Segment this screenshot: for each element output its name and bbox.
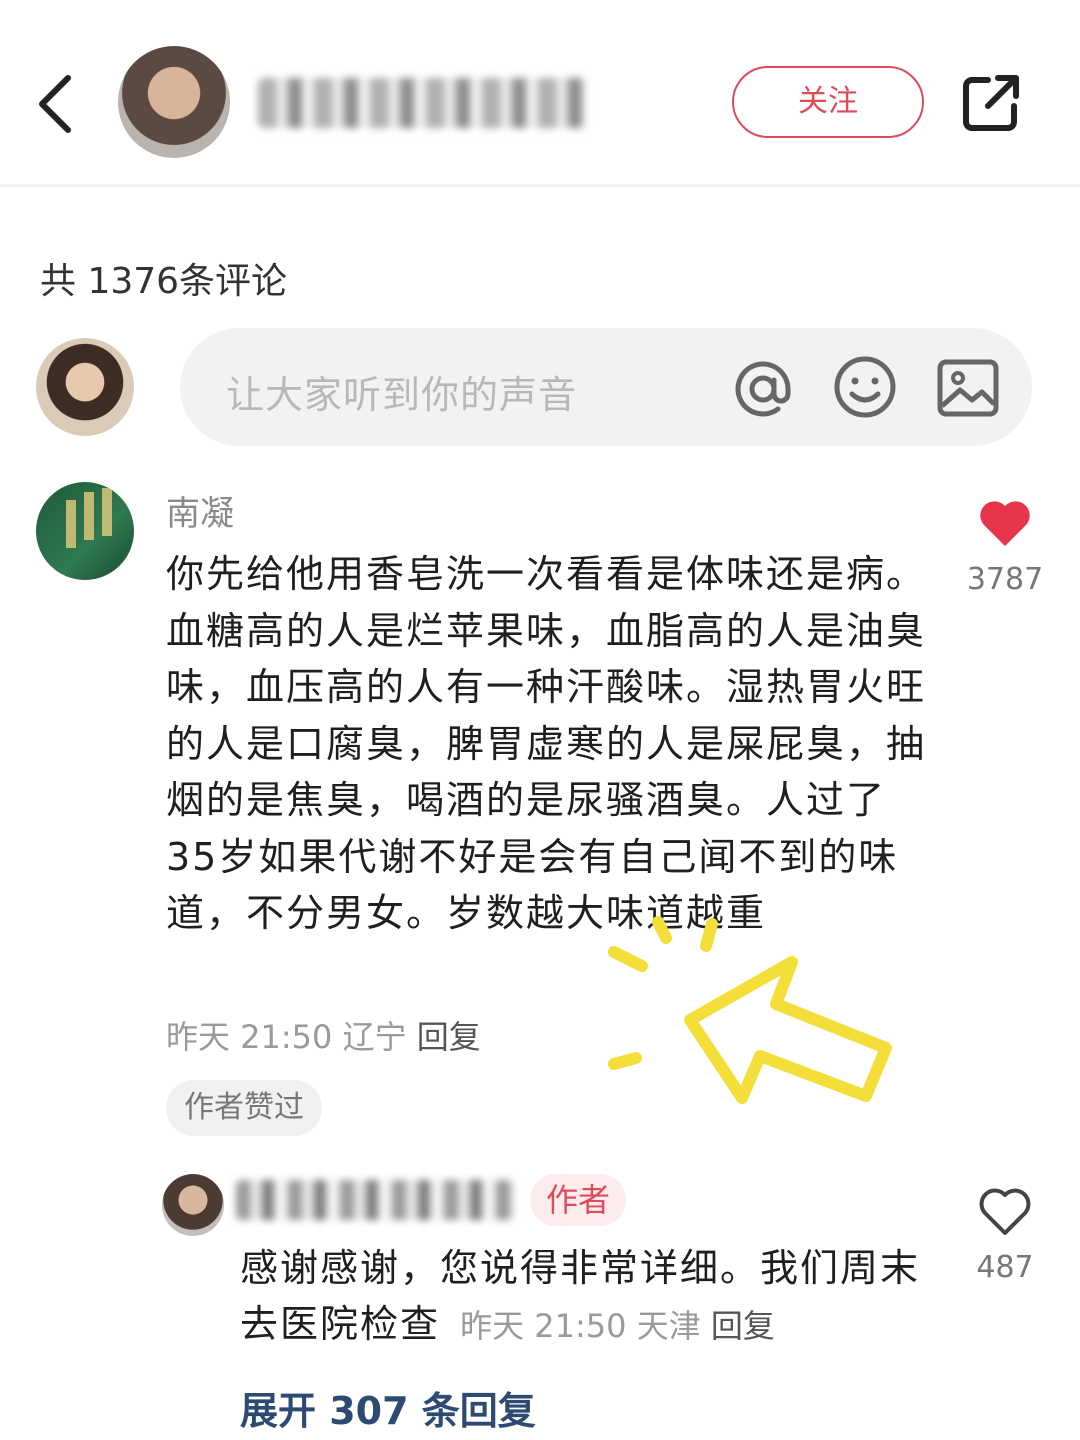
reply-location: 天津: [636, 1307, 701, 1345]
commenter-username[interactable]: 南凝: [166, 486, 234, 535]
comment-time: 昨天 21:50: [166, 1018, 333, 1056]
reply-author-avatar[interactable]: [162, 1174, 224, 1236]
emoji-icon[interactable]: [832, 354, 898, 420]
expand-replies-button[interactable]: 展开 307 条回复: [240, 1380, 536, 1435]
comment-reply-button[interactable]: 回复: [417, 1018, 481, 1056]
author-name-blurred[interactable]: [258, 78, 586, 128]
commenter-avatar[interactable]: [36, 482, 134, 580]
reply-time: 昨天 21:50: [460, 1307, 627, 1345]
heart-filled-icon[interactable]: [976, 496, 1034, 550]
heart-outline-icon[interactable]: [976, 1184, 1034, 1238]
current-user-avatar: [36, 338, 134, 436]
header-divider: [0, 184, 1080, 187]
author-avatar[interactable]: [118, 46, 230, 158]
comment-input-placeholder[interactable]: 让大家听到你的声音: [226, 364, 577, 419]
reply-meta: 昨天 21:50 天津 回复: [460, 1307, 775, 1345]
reply-text: 感谢感谢，您说得非常详细。我们周末去医院检查 昨天 21:50 天津 回复: [240, 1240, 930, 1354]
mention-icon[interactable]: [728, 354, 798, 424]
image-icon[interactable]: [936, 356, 1000, 420]
share-icon[interactable]: [958, 70, 1024, 136]
reply-author-name-blurred[interactable]: [236, 1180, 514, 1220]
follow-button[interactable]: 关注: [732, 66, 924, 138]
comment-like-count: 3787: [966, 562, 1044, 597]
author-tag: 作者: [530, 1174, 627, 1226]
reply-reply-button[interactable]: 回复: [711, 1307, 775, 1345]
author-liked-badge: 作者赞过: [166, 1080, 322, 1136]
comment-count: 共 1376条评论: [40, 261, 288, 302]
comment-meta: 昨天 21:50 辽宁 回复: [166, 1012, 481, 1058]
comment-location: 辽宁: [342, 1018, 407, 1056]
reply-like-count: 487: [976, 1250, 1034, 1285]
highlight-arrow-drawing: [608, 916, 892, 1104]
back-arrow-icon[interactable]: [30, 68, 82, 140]
